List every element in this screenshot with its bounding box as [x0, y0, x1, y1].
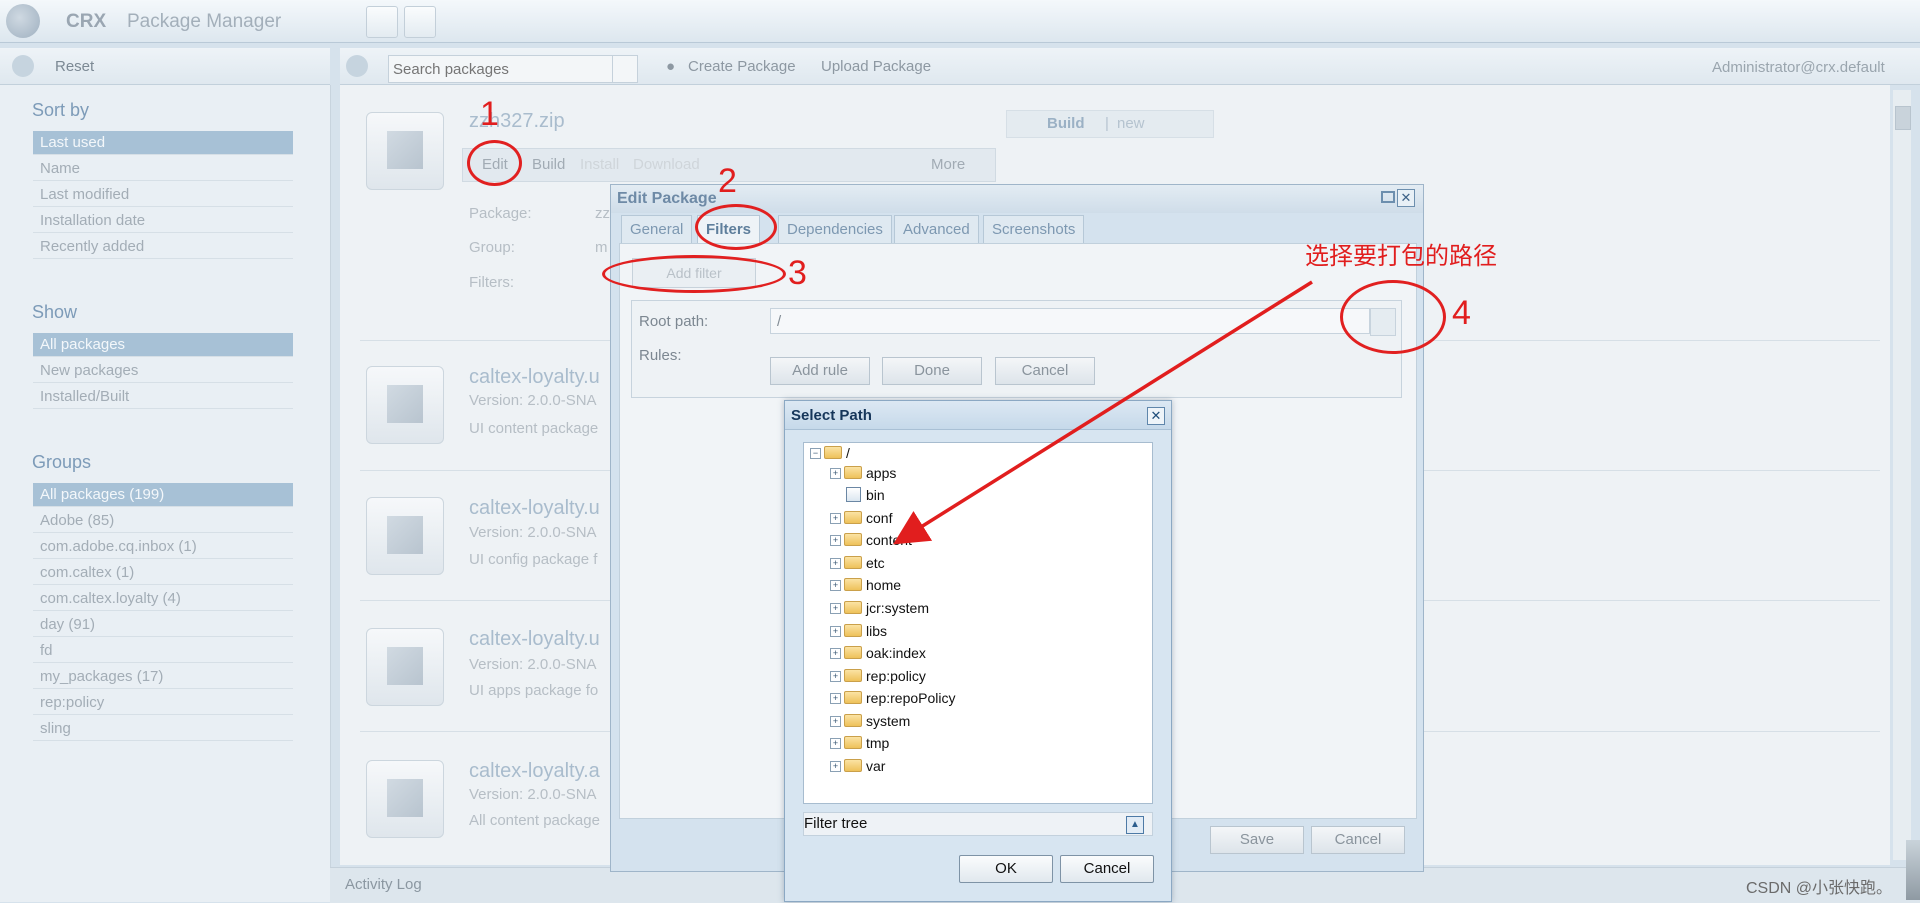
annotation-arrow [893, 280, 1313, 545]
watermark: CSDN @小张快跑。 [1746, 880, 1893, 897]
window-edge-scroll [1906, 840, 1920, 900]
